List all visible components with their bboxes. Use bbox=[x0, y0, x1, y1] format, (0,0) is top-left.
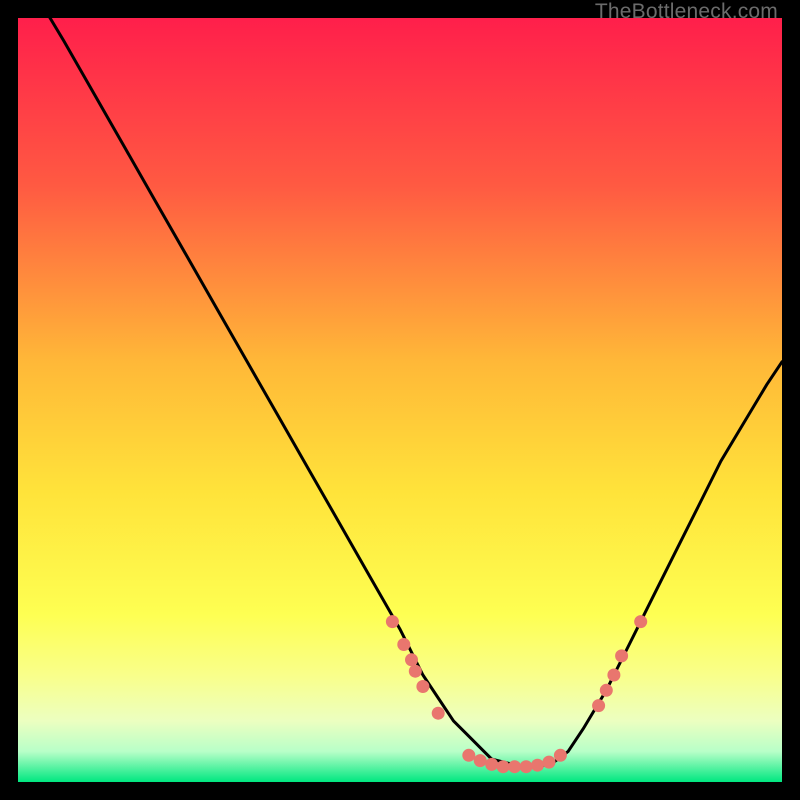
data-point bbox=[405, 653, 418, 666]
data-point bbox=[497, 760, 510, 773]
data-point bbox=[592, 699, 605, 712]
data-point bbox=[397, 638, 410, 651]
chart-frame bbox=[18, 18, 782, 782]
data-point bbox=[607, 669, 620, 682]
data-point bbox=[520, 760, 533, 773]
data-point bbox=[634, 615, 647, 628]
gradient-background bbox=[18, 18, 782, 782]
data-point bbox=[416, 680, 429, 693]
data-point bbox=[600, 684, 613, 697]
data-point bbox=[474, 754, 487, 767]
data-point bbox=[409, 665, 422, 678]
data-point bbox=[508, 760, 521, 773]
data-point bbox=[543, 756, 556, 769]
data-point bbox=[432, 707, 445, 720]
data-point bbox=[615, 649, 628, 662]
data-point bbox=[386, 615, 399, 628]
attribution-text: TheBottleneck.com bbox=[595, 0, 778, 24]
data-point bbox=[462, 749, 475, 762]
data-point bbox=[531, 759, 544, 772]
data-point bbox=[554, 749, 567, 762]
bottleneck-chart bbox=[18, 18, 782, 782]
data-point bbox=[485, 758, 498, 771]
